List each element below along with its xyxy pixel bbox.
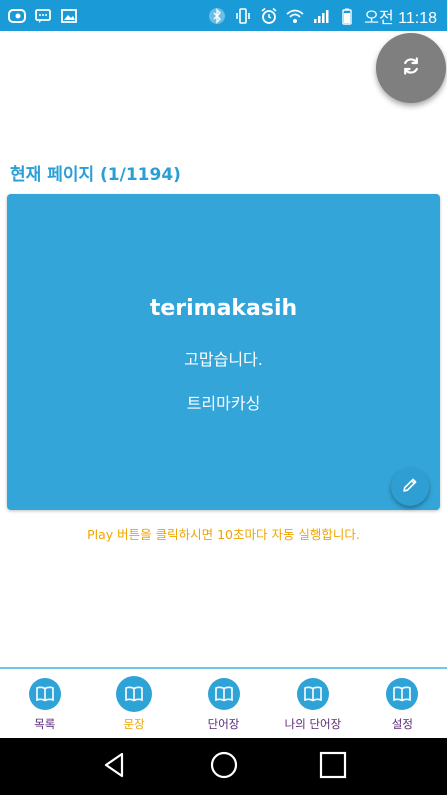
nav-item-list[interactable]: 목록 (0, 669, 89, 738)
signal-icon (312, 7, 330, 25)
book-icon (386, 678, 419, 710)
home-button[interactable] (207, 750, 241, 784)
home-circle-icon (209, 750, 239, 784)
edit-button[interactable] (391, 468, 429, 506)
status-time: 오전 11:18 (364, 9, 437, 27)
bluetooth-icon (208, 7, 226, 25)
nav-label: 나의 단어장 (284, 717, 342, 731)
book-icon (116, 676, 153, 712)
nav-label: 목록 (34, 717, 56, 731)
nav-label: 설정 (391, 717, 413, 731)
back-triangle-icon (100, 750, 130, 784)
gallery-icon (60, 7, 78, 25)
wifi-icon (286, 7, 304, 25)
status-bar: 오전 11:18 (0, 0, 447, 31)
book-icon (28, 678, 61, 710)
nav-item-my-vocabulary[interactable]: 나의 단어장 (268, 669, 357, 738)
messenger-icon (34, 7, 52, 25)
vibrate-icon (234, 7, 252, 25)
card-pronunciation: 트리마카싱 (186, 394, 261, 413)
recents-square-icon (318, 750, 348, 784)
recents-button[interactable] (316, 750, 350, 784)
nav-item-settings[interactable]: 설정 (358, 669, 447, 738)
nav-item-sentences[interactable]: 문장 (89, 669, 178, 738)
status-bar-right: 오전 11:18 (208, 4, 437, 28)
nav-label: 문장 (123, 717, 145, 731)
page-title: 현재 페이지 (1/1194) (10, 165, 181, 185)
refresh-button[interactable] (376, 33, 446, 103)
app-icon (8, 7, 26, 25)
nav-label: 단어장 (207, 717, 240, 731)
battery-icon (338, 7, 356, 25)
alarm-icon (260, 7, 278, 25)
nav-item-vocabulary[interactable]: 단어장 (179, 669, 268, 738)
book-icon (207, 678, 240, 710)
bottom-nav: 목록 문장 단어장 나의 단어장 설정 (0, 667, 447, 738)
pencil-icon (401, 476, 419, 498)
book-icon (296, 678, 329, 710)
refresh-icon (399, 54, 423, 82)
card-word: terimakasih (149, 296, 298, 321)
card-meaning: 고맙습니다. (184, 350, 263, 369)
autoplay-hint: Play 버튼을 클릭하시면 10초마다 자동 실행합니다. (87, 527, 360, 542)
back-button[interactable] (98, 750, 132, 784)
status-bar-left (8, 7, 78, 25)
system-nav-bar (0, 738, 447, 795)
